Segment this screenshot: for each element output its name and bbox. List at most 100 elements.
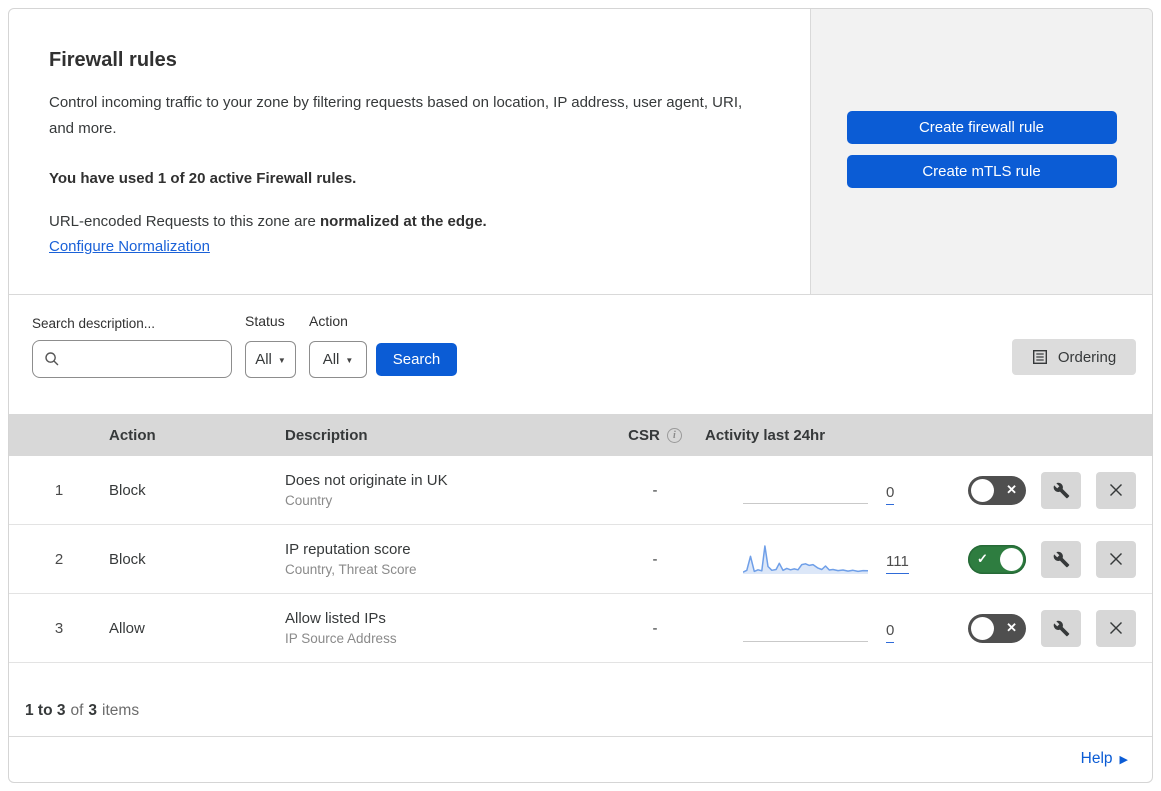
list-ordering-icon xyxy=(1032,349,1048,365)
ordering-button[interactable]: Ordering xyxy=(1012,339,1136,375)
rule-activity: 0 xyxy=(695,473,935,507)
rule-action: Allow xyxy=(109,619,145,637)
rule-controls: ✓ ✕ xyxy=(935,471,1152,509)
configure-normalization-link[interactable]: Configure Normalization xyxy=(49,238,210,255)
rule-criteria: Country xyxy=(285,493,333,508)
rule-criteria: IP Source Address xyxy=(285,631,397,646)
firewall-rules-card: Firewall rules Control incoming traffic … xyxy=(8,8,1153,783)
edit-rule-button[interactable] xyxy=(1041,540,1081,578)
rule-description: IP reputation score Country, Threat Scor… xyxy=(285,541,615,577)
rule-activity: 111 xyxy=(695,542,935,576)
activity-count-link[interactable]: 0 xyxy=(886,485,895,505)
search-input[interactable] xyxy=(68,351,249,367)
column-csr-label: CSR xyxy=(628,426,660,444)
rule-enabled-toggle[interactable]: ✓ ✕ xyxy=(968,544,1026,574)
column-action: Action xyxy=(109,426,156,444)
search-icon xyxy=(44,351,60,367)
rule-csr: - xyxy=(652,619,658,637)
status-filter-select[interactable]: All ▼ xyxy=(245,341,296,378)
rule-priority: 3 xyxy=(54,619,64,637)
edit-rule-button[interactable] xyxy=(1041,471,1081,509)
pagination-range: 1 to 3 xyxy=(25,702,66,719)
action-filter-label: Action xyxy=(309,313,348,329)
chevron-down-icon: ▼ xyxy=(277,355,286,365)
create-firewall-rule-button[interactable]: Create firewall rule xyxy=(846,111,1117,144)
pagination-total: 3 xyxy=(88,702,98,719)
ordering-button-label: Ordering xyxy=(1057,348,1117,366)
top-section: Firewall rules Control incoming traffic … xyxy=(9,9,1152,294)
wrench-icon xyxy=(1053,620,1070,637)
toggle-knob xyxy=(971,616,994,640)
status-filter-value: All xyxy=(255,351,272,368)
normalization-line: URL-encoded Requests to this zone are no… xyxy=(49,213,770,230)
rule-controls: ✓ ✕ xyxy=(935,609,1152,647)
pagination-of: of xyxy=(70,702,84,719)
actions-panel: Create firewall rule Create mTLS rule xyxy=(810,9,1152,294)
usage-line: You have used 1 of 20 active Firewall ru… xyxy=(49,170,357,187)
pagination-items-label: items xyxy=(102,702,140,719)
rule-priority: 2 xyxy=(54,550,64,568)
rule-controls: ✓ ✕ xyxy=(935,540,1152,578)
help-link[interactable]: Help ▶ xyxy=(1081,750,1128,768)
delete-rule-button[interactable] xyxy=(1096,609,1136,647)
rule-action: Block xyxy=(109,481,146,499)
activity-sparkline xyxy=(743,611,868,645)
delete-rule-button[interactable] xyxy=(1096,540,1136,578)
action-filter-select[interactable]: All ▼ xyxy=(309,341,367,378)
rule-criteria: Country, Threat Score xyxy=(285,562,417,577)
rule-csr: - xyxy=(652,481,658,499)
close-icon xyxy=(1108,482,1124,498)
rule-description-title: IP reputation score xyxy=(285,541,411,558)
rule-enabled-toggle[interactable]: ✓ ✕ xyxy=(968,613,1026,643)
page-title: Firewall rules xyxy=(49,49,177,71)
normalization-text: URL-encoded Requests to this zone are xyxy=(49,213,320,230)
top-left-content: Firewall rules Control incoming traffic … xyxy=(9,9,810,294)
help-link-label: Help xyxy=(1080,750,1113,767)
table-row: 3 Allow Allow listed IPs IP Source Addre… xyxy=(9,594,1152,663)
close-icon xyxy=(1108,620,1124,636)
arrow-right-icon: ▶ xyxy=(1119,753,1128,766)
rule-priority: 1 xyxy=(54,481,64,499)
x-icon: ✕ xyxy=(1006,620,1017,635)
search-description-label: Search description... xyxy=(32,316,156,331)
close-icon xyxy=(1108,551,1124,567)
rule-activity: 0 xyxy=(695,611,935,645)
rule-enabled-toggle[interactable]: ✓ ✕ xyxy=(968,475,1026,505)
rule-csr: - xyxy=(652,550,658,568)
create-mtls-rule-button[interactable]: Create mTLS rule xyxy=(846,155,1117,188)
activity-sparkline xyxy=(742,542,869,576)
rule-description: Allow listed IPs IP Source Address xyxy=(285,610,615,646)
x-icon: ✕ xyxy=(1006,482,1017,497)
column-activity: Activity last 24hr xyxy=(705,426,826,444)
wrench-icon xyxy=(1053,551,1070,568)
column-csr: CSR i xyxy=(615,427,695,444)
rule-description-title: Allow listed IPs xyxy=(285,610,386,627)
search-button[interactable]: Search xyxy=(376,343,457,376)
toggle-knob xyxy=(971,478,994,502)
column-description: Description xyxy=(285,426,368,444)
activity-count-link[interactable]: 111 xyxy=(886,554,909,574)
table-row: 1 Block Does not originate in UK Country… xyxy=(9,456,1152,525)
check-icon: ✓ xyxy=(977,551,988,566)
rule-description: Does not originate in UK Country xyxy=(285,472,615,508)
action-filter-value: All xyxy=(322,351,340,368)
delete-rule-button[interactable] xyxy=(1096,471,1136,509)
toggle-knob xyxy=(1000,547,1023,571)
chevron-down-icon: ▼ xyxy=(345,355,354,365)
wrench-icon xyxy=(1053,482,1070,499)
filter-bar: Search description... Status All ▼ Actio… xyxy=(9,294,1152,414)
table-header: Action Description CSR i Activity last 2… xyxy=(9,414,1152,456)
rule-action: Block xyxy=(109,550,146,568)
status-filter-label: Status xyxy=(245,313,285,329)
activity-count-link[interactable]: 0 xyxy=(886,623,895,643)
search-input-wrapper xyxy=(32,340,249,378)
table-row: 2 Block IP reputation score Country, Thr… xyxy=(9,525,1152,594)
edit-rule-button[interactable] xyxy=(1041,609,1081,647)
pagination-summary: 1 to 3 of 3 items xyxy=(9,663,1152,737)
normalization-bold: normalized at the edge. xyxy=(320,213,487,230)
rule-description-title: Does not originate in UK xyxy=(285,472,448,489)
activity-sparkline xyxy=(743,473,868,507)
page-description: Control incoming traffic to your zone by… xyxy=(49,94,743,137)
info-icon[interactable]: i xyxy=(666,427,682,443)
help-section: Help ▶ xyxy=(9,737,1152,781)
